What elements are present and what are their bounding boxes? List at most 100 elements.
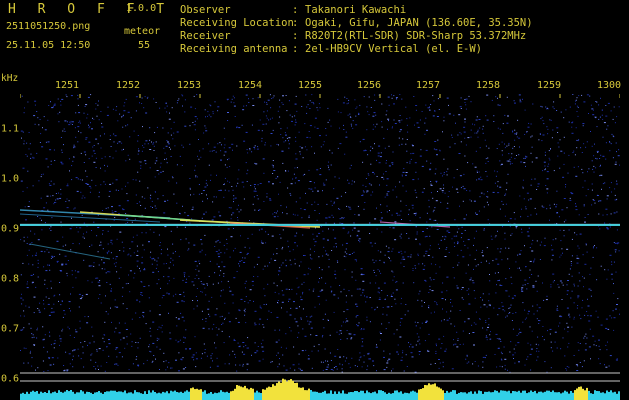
noise-pixel [201,193,203,194]
noise-pixel [531,274,533,275]
x-tick-label: 1257 [415,80,441,91]
noise-pixel [283,365,285,367]
noise-pixel [319,135,321,137]
noise-pixel [224,151,227,153]
noise-pixel [358,112,360,114]
noise-pixel [594,143,595,145]
noise-pixel [196,265,198,267]
noise-pixel [133,130,135,132]
noise-pixel [173,121,175,123]
noise-pixel [78,306,80,308]
noise-pixel [166,102,167,104]
noise-pixel [439,362,441,364]
noise-pixel [520,250,522,252]
noise-pixel [44,283,46,285]
noise-pixel [524,134,526,135]
noise-pixel [91,244,93,246]
noise-pixel [144,268,146,269]
noise-pixel [506,290,508,292]
noise-pixel [346,205,348,207]
noise-pixel [60,340,62,342]
noise-pixel [529,326,531,328]
level-bar [484,391,486,400]
noise-pixel [131,241,134,243]
noise-pixel [615,308,617,310]
noise-pixel [265,123,267,125]
noise-pixel [183,272,186,274]
noise-pixel [515,295,516,297]
noise-pixel [220,150,222,152]
noise-pixel [355,316,357,318]
noise-pixel [208,275,210,277]
noise-pixel [205,320,207,322]
noise-pixel [53,149,55,151]
noise-pixel [313,103,315,105]
noise-pixel [588,288,591,290]
level-bar [358,392,360,400]
noise-pixel [382,313,384,315]
noise-pixel [209,260,211,262]
noise-pixel [146,359,148,361]
noise-pixel [231,294,234,296]
noise-pixel [417,126,420,128]
noise-pixel [399,214,401,216]
level-bar [590,393,592,400]
noise-pixel [239,265,240,267]
noise-pixel [473,344,475,346]
noise-pixel [93,118,95,120]
noise-pixel [602,109,603,111]
noise-pixel [432,256,434,258]
noise-pixel [105,272,107,274]
noise-pixel [497,97,498,99]
noise-pixel [475,150,477,152]
noise-pixel [233,338,235,340]
noise-pixel [167,276,170,278]
noise-pixel [446,311,448,313]
noise-pixel [583,204,585,206]
noise-pixel [314,187,316,189]
noise-pixel [615,183,618,185]
noise-pixel [233,105,236,107]
level-bar [264,389,266,400]
noise-pixel [128,274,129,276]
noise-pixel [543,161,546,163]
noise-pixel [246,173,248,175]
noise-pixel [373,173,375,175]
noise-pixel [518,328,520,330]
noise-pixel [181,316,184,318]
noise-pixel [571,290,573,292]
noise-pixel [98,297,100,299]
noise-pixel [102,210,103,211]
noise-pixel [189,187,191,189]
noise-pixel [53,347,55,349]
noise-pixel [576,307,578,309]
noise-pixel [567,326,570,328]
noise-pixel [504,215,506,217]
noise-pixel [588,168,590,170]
noise-pixel [318,213,320,214]
noise-pixel [196,305,198,307]
noise-pixel [184,125,187,127]
noise-pixel [547,133,549,135]
noise-pixel [576,147,578,149]
level-bar [168,393,170,400]
noise-pixel [33,312,35,314]
noise-pixel [156,346,158,348]
noise-pixel [119,250,121,251]
noise-pixel [80,358,82,360]
noise-pixel [365,296,368,298]
noise-pixel [406,162,408,164]
noise-pixel [239,310,241,312]
noise-pixel [496,148,498,149]
noise-pixel [613,212,616,214]
noise-pixel [123,250,125,252]
noise-pixel [244,301,246,302]
noise-pixel [597,151,599,153]
noise-pixel [224,302,226,304]
noise-pixel [28,148,30,150]
noise-pixel [472,123,473,125]
noise-pixel [317,203,319,205]
noise-pixel [98,191,100,193]
noise-pixel [442,236,444,238]
noise-pixel [399,235,401,237]
